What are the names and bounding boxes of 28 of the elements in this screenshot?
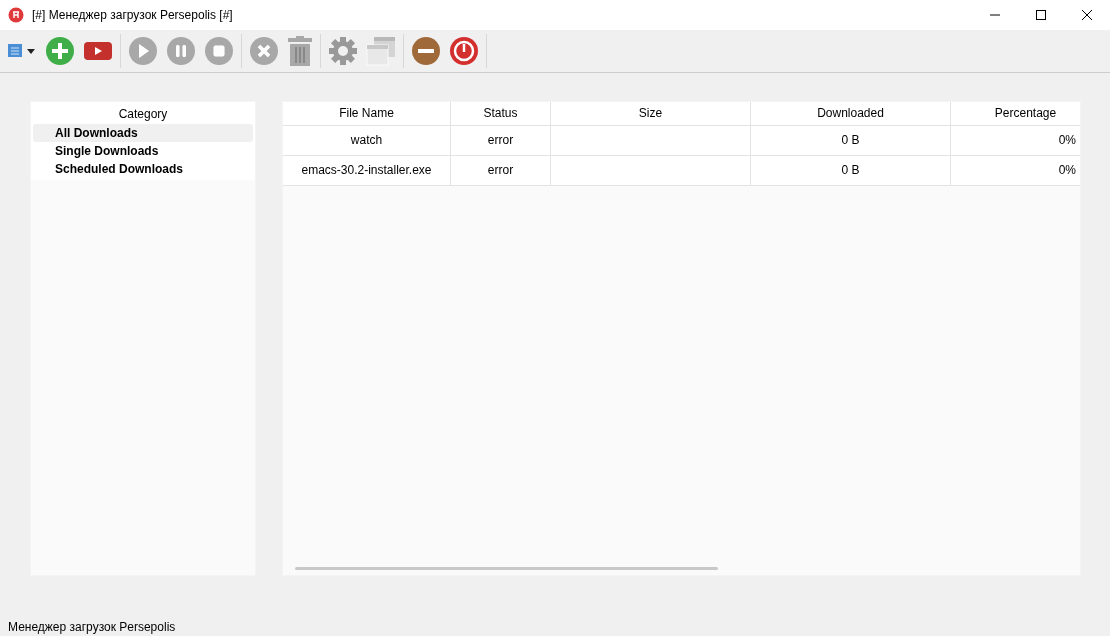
gear-icon[interactable]: [328, 36, 358, 66]
table-cell: error: [451, 126, 551, 155]
table-cell: 0 B: [751, 156, 951, 185]
column-header[interactable]: Downloaded: [751, 102, 951, 125]
video-icon[interactable]: [83, 40, 113, 62]
table-cell: 0%: [951, 156, 1080, 185]
add-icon[interactable]: [45, 36, 75, 66]
category-item[interactable]: Single Downloads: [33, 142, 253, 160]
column-header[interactable]: Status: [451, 102, 551, 125]
window-title: [#] Менеджер загрузок Persepolis [#]: [32, 8, 234, 22]
column-header[interactable]: Percentage: [951, 102, 1080, 125]
category-item[interactable]: Scheduled Downloads: [33, 160, 253, 178]
minus-icon[interactable]: [411, 36, 441, 66]
table-cell: error: [451, 156, 551, 185]
power-icon[interactable]: [449, 36, 479, 66]
table-cell: emacs-30.2-installer.exe: [283, 156, 451, 185]
status-text: Менеджер загрузок Persepolis: [8, 620, 176, 634]
close-icon[interactable]: [1082, 10, 1092, 20]
column-header[interactable]: File Name: [283, 102, 451, 125]
category-item[interactable]: All Downloads: [33, 124, 253, 142]
horizontal-scrollbar[interactable]: [295, 567, 718, 570]
category-header: Category: [31, 102, 255, 124]
maximize-icon[interactable]: [1036, 10, 1046, 20]
table-cell: watch: [283, 126, 451, 155]
column-header[interactable]: Size: [551, 102, 751, 125]
app-icon: [8, 7, 24, 23]
table-cell: 0 B: [751, 126, 951, 155]
table-cell: 0%: [951, 126, 1080, 155]
